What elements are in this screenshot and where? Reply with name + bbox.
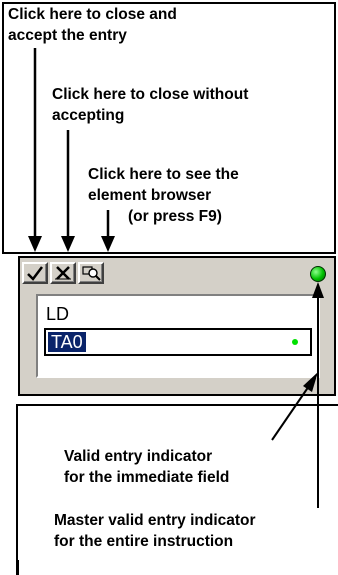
element-browser-icon [81, 265, 101, 281]
f9-shortcut-note: (or press F9) [128, 208, 222, 225]
master-valid-indicator-icon [310, 266, 326, 282]
checkmark-icon [26, 265, 44, 281]
operand-input[interactable]: TA0 [44, 328, 312, 356]
element-browser-button[interactable] [78, 262, 104, 284]
master-valid-note: Master valid entry indicator for the ent… [54, 512, 256, 550]
cancel-x-icon [54, 265, 72, 281]
opcode-label: LD [46, 304, 70, 324]
editor-toolbar [20, 260, 334, 284]
operand-value: TA0 [48, 332, 86, 352]
accept-button[interactable] [22, 262, 48, 284]
element-browser-note: Click here to see the element browser [88, 166, 239, 204]
instruction-field-panel: LD TA0 [36, 294, 320, 378]
close-cancel-note: Click here to close without accepting [52, 86, 249, 124]
close-accept-note: Click here to close and accept the entry [8, 6, 177, 44]
instruction-editor: LD TA0 [18, 256, 336, 396]
immediate-valid-indicator-icon [292, 339, 298, 345]
valid-immediate-note: Valid entry indicator for the immediate … [64, 448, 230, 486]
cancel-button[interactable] [50, 262, 76, 284]
